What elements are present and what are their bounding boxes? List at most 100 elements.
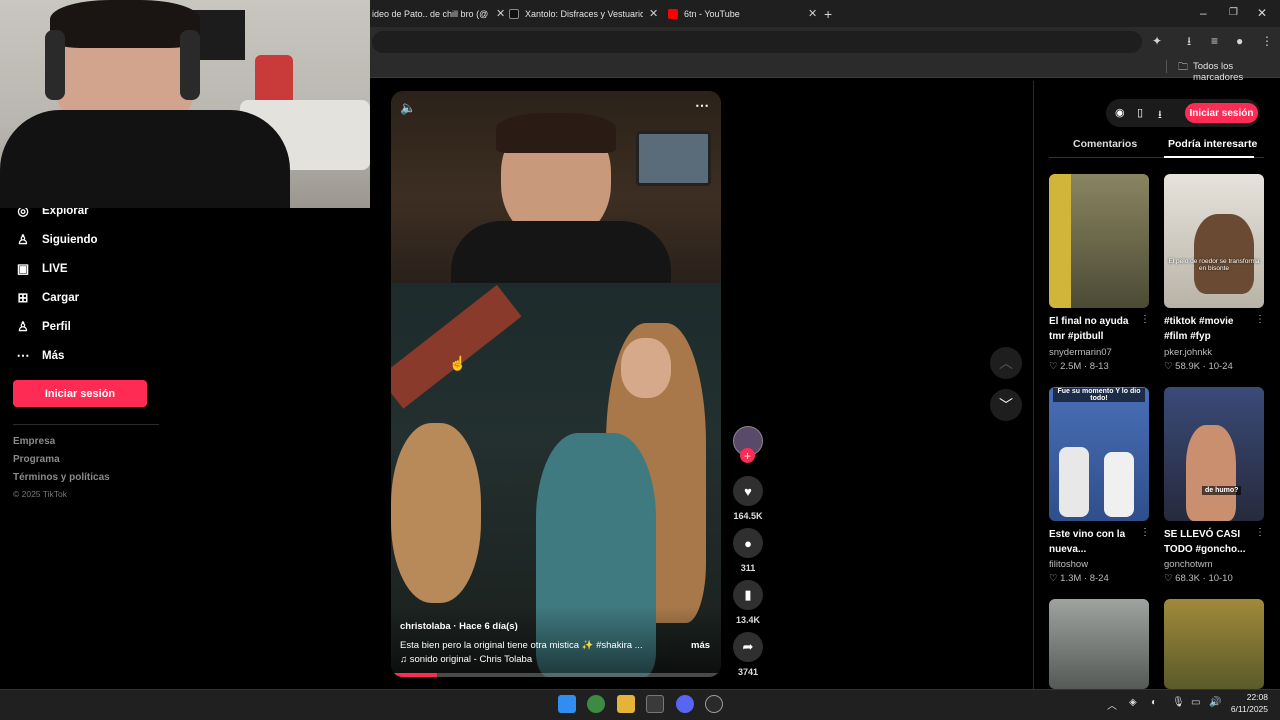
- close-icon[interactable]: ✕: [649, 7, 658, 20]
- sound-label[interactable]: ♫ sonido original - Chris Tolaba: [400, 654, 532, 665]
- extensions-icon[interactable]: ✦: [1152, 34, 1162, 48]
- singer-face: [621, 338, 671, 398]
- windows-taskbar: [0, 689, 1280, 720]
- clock-date[interactable]: 6/11/2025: [1224, 704, 1268, 714]
- profile-avatar-icon[interactable]: ●: [1236, 34, 1243, 48]
- close-icon[interactable]: ✕: [808, 7, 817, 20]
- next-video-button[interactable]: ﹀: [990, 389, 1022, 421]
- mic-icon[interactable]: 🎙: [1172, 697, 1185, 708]
- like-count: 164.5K: [733, 511, 763, 521]
- video-player[interactable]: 🔈 ⋯ christolaba · Hace 6 día(s) Esta bie…: [391, 91, 721, 677]
- card-user[interactable]: gonchotwm: [1164, 559, 1213, 570]
- divider: [1166, 60, 1167, 73]
- browser-tab[interactable]: Xantolo: Disfraces y Vestuario p ✕: [509, 0, 658, 27]
- streamer-shirt: [451, 221, 671, 283]
- mobile-icon[interactable]: ▯: [1137, 106, 1143, 119]
- follow-plus-icon[interactable]: +: [740, 448, 755, 463]
- comment-icon: ●: [744, 535, 752, 551]
- more-options-icon[interactable]: ⋮: [1255, 314, 1265, 325]
- media-icon[interactable]: ≡: [1211, 34, 1218, 48]
- volume-icon[interactable]: 🔈: [400, 100, 416, 116]
- thumb-overlay-text: El pelo de roedor se transforma en bison…: [1168, 258, 1260, 272]
- video-thumbnail[interactable]: El pelo de roedor se transforma en bison…: [1164, 174, 1264, 308]
- chrome-icon[interactable]: [587, 695, 605, 713]
- video-thumbnail[interactable]: Fue su momento Y lo dio todo!: [1049, 387, 1149, 521]
- footer-link-program[interactable]: Programa: [13, 454, 60, 465]
- card-date: 8-13: [1089, 361, 1109, 372]
- close-window-icon[interactable]: ✕: [1257, 6, 1267, 20]
- progress-bar[interactable]: [391, 673, 721, 677]
- clock-time[interactable]: 22:08: [1230, 692, 1268, 702]
- like-button[interactable]: ♥: [733, 476, 763, 506]
- restore-icon[interactable]: ❐: [1229, 6, 1238, 20]
- download-icon[interactable]: ⭳: [1158, 106, 1162, 125]
- card-likes: 58.9K: [1175, 361, 1200, 372]
- browser-tab[interactable]: 6tn - YouTube ✕: [668, 0, 817, 27]
- video-thumbnail[interactable]: [1049, 599, 1149, 689]
- sidebar-item-profile[interactable]: ♙ Perfil: [14, 317, 71, 337]
- sidebar-item-upload[interactable]: ⊞ Cargar: [14, 288, 80, 308]
- more-options-icon[interactable]: ⋮: [1140, 314, 1150, 325]
- video-thumbnail[interactable]: de humo?: [1164, 387, 1264, 521]
- card-title[interactable]: #tiktok #movie #film #fyp: [1164, 314, 1256, 344]
- sidebar-item-following[interactable]: ♙ Siguiendo: [14, 230, 98, 250]
- file-explorer-icon[interactable]: [617, 695, 635, 713]
- card-title[interactable]: El final no ayuda tmr #pitbull: [1049, 314, 1141, 344]
- tab-suggested[interactable]: Podría interesarte: [1168, 138, 1257, 150]
- card-user[interactable]: pker.johnkk: [1164, 347, 1212, 358]
- card-likes: 1.3M: [1060, 573, 1082, 584]
- minimize-icon[interactable]: –: [1200, 6, 1207, 20]
- share-button[interactable]: ➦: [733, 632, 763, 662]
- new-tab-icon[interactable]: +: [824, 7, 832, 21]
- more-options-icon[interactable]: ⋮: [1255, 527, 1265, 538]
- card-title[interactable]: Este vino con la nueva...: [1049, 527, 1141, 557]
- tab-title: ideo de Pato.. de chill bro (@: [372, 8, 489, 19]
- video-thumbnail[interactable]: [1049, 174, 1149, 308]
- sidebar-item-label: Más: [42, 350, 65, 362]
- sidebar-item-more[interactable]: ⋯ Más: [14, 346, 65, 366]
- steam-icon[interactable]: ◈: [1129, 697, 1137, 708]
- app-icon[interactable]: [705, 695, 723, 713]
- tab-comments[interactable]: Comentarios: [1073, 138, 1137, 150]
- speaker-icon[interactable]: 🔊: [1209, 697, 1221, 708]
- sidebar-item-label: Siguiendo: [42, 234, 98, 246]
- login-button[interactable]: Iniciar sesión: [13, 380, 147, 407]
- footer-link-terms[interactable]: Términos y políticas: [13, 472, 110, 483]
- store-icon[interactable]: [646, 695, 664, 713]
- discord-icon[interactable]: [676, 695, 694, 713]
- video-thumbnail[interactable]: [1164, 599, 1264, 689]
- card-user[interactable]: snydermarin07: [1049, 347, 1112, 358]
- close-icon[interactable]: ✕: [496, 7, 505, 20]
- card-likes: 2.5M: [1060, 361, 1082, 372]
- thumb-overlay-text: de humo?: [1202, 486, 1242, 495]
- coins-icon[interactable]: ◉: [1115, 106, 1125, 119]
- see-more-link[interactable]: más: [691, 640, 710, 651]
- start-icon[interactable]: [558, 695, 576, 713]
- comment-button[interactable]: ●: [733, 528, 763, 558]
- thumb-overlay-text: Fue su momento Y lo dio todo!: [1053, 388, 1145, 402]
- more-options-icon[interactable]: ⋮: [1140, 527, 1150, 538]
- guitar-body: [391, 423, 481, 603]
- video-author[interactable]: christolaba · Hace 6 día(s): [400, 621, 518, 632]
- chevron-down-icon: ﹀: [999, 397, 1013, 413]
- browser-tab[interactable]: ideo de Pato.. de chill bro (@ ✕: [372, 0, 505, 27]
- download-icon[interactable]: ⭳: [1187, 34, 1191, 48]
- more-icon: ⋯: [16, 348, 30, 363]
- all-bookmarks-link[interactable]: Todos los marcadores: [1193, 61, 1280, 83]
- card-user[interactable]: filitoshow: [1049, 559, 1088, 570]
- previous-video-button[interactable]: ︿: [990, 347, 1022, 379]
- menu-dots-icon[interactable]: ⋮: [1261, 34, 1273, 48]
- footer-link-company[interactable]: Empresa: [13, 436, 55, 447]
- discord-tray-icon[interactable]: ◐: [1151, 697, 1157, 708]
- more-options-icon[interactable]: ⋯: [695, 97, 709, 114]
- card-title[interactable]: SE LLEVÓ CASI TODO #goncho...: [1164, 527, 1256, 557]
- following-icon: ♙: [17, 232, 29, 247]
- tray-chevron-icon[interactable]: ︿: [1107, 697, 1117, 712]
- save-button[interactable]: ▮: [733, 580, 763, 610]
- network-icon[interactable]: ▭: [1191, 697, 1200, 708]
- mouse-cursor-icon: ☝: [449, 355, 467, 371]
- login-button[interactable]: Iniciar sesión: [1185, 103, 1258, 123]
- address-bar[interactable]: [372, 31, 1142, 53]
- heart-icon: ♡: [1164, 361, 1176, 372]
- sidebar-item-live[interactable]: ▣ LIVE: [14, 259, 68, 279]
